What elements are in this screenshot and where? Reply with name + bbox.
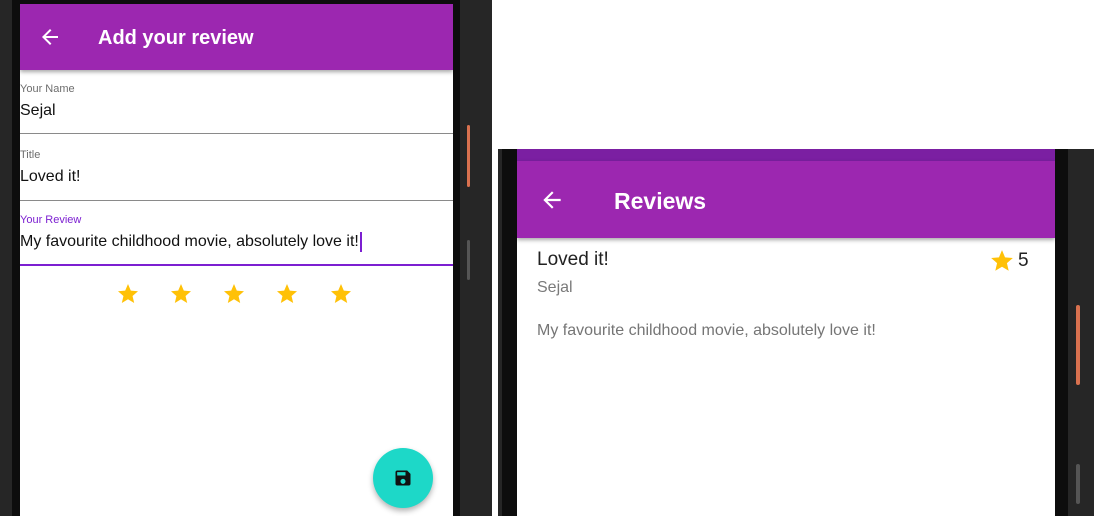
phone-side-button-right [1076,305,1080,385]
star-icon [989,248,1015,274]
star-icon[interactable] [116,282,140,306]
phone-side-button-left-lower [467,240,470,280]
name-field-label: Your Name [20,83,75,95]
review-rating-value: 5 [1018,250,1029,271]
name-field-underline [20,133,453,134]
save-icon [395,470,411,486]
rating-input[interactable] [20,282,453,306]
back-arrow-icon[interactable] [38,25,62,49]
star-icon[interactable] [275,282,299,306]
back-arrow-icon[interactable] [539,187,565,213]
page-title: Add your review [98,27,254,49]
status-bar [517,149,1055,161]
star-icon[interactable] [169,282,193,306]
title-field-label: Title [20,149,41,161]
review-field-value[interactable]: My favourite childhood movie, absolutely… [20,232,362,252]
review-rating: 5 [989,248,1039,272]
phone-frame-right: Reviews Loved it! Sejal My favourite chi… [498,149,1094,516]
title-field[interactable]: Title Loved it! [20,136,453,202]
review-author: Sejal [537,279,573,296]
review-field[interactable]: Your Review My favourite childhood movie… [20,202,453,268]
text-cursor [359,232,362,252]
page-title: Reviews [614,188,707,214]
review-body: My favourite childhood movie, absolutely… [537,322,876,339]
screenshot-canvas: Add your review Your Name Sejal Title Lo… [0,0,1094,516]
review-field-underline [20,264,453,266]
title-field-value[interactable]: Loved it! [20,167,80,187]
review-list-item[interactable]: Loved it! Sejal My favourite childhood m… [537,248,1037,368]
star-icon[interactable] [222,282,246,306]
name-field-value[interactable]: Sejal [20,101,56,121]
review-field-label: Your Review [20,214,82,226]
title-field-underline [20,200,453,201]
star-icon[interactable] [329,282,353,306]
save-button[interactable] [373,448,433,508]
phone-side-button-right-lower [1076,464,1080,504]
reviews-app-bar: Reviews [517,161,1055,238]
add-review-app-bar: Add your review [20,4,453,70]
phone-frame-left: Add your review Your Name Sejal Title Lo… [0,0,492,516]
review-field-text: My favourite childhood movie, absolutely… [20,233,359,250]
review-title: Loved it! [537,249,609,270]
name-field[interactable]: Your Name Sejal [20,70,453,136]
add-review-screen: Add your review Your Name Sejal Title Lo… [20,4,453,516]
phone-side-button-left [467,125,470,187]
reviews-screen: Reviews Loved it! Sejal My favourite chi… [517,149,1055,516]
